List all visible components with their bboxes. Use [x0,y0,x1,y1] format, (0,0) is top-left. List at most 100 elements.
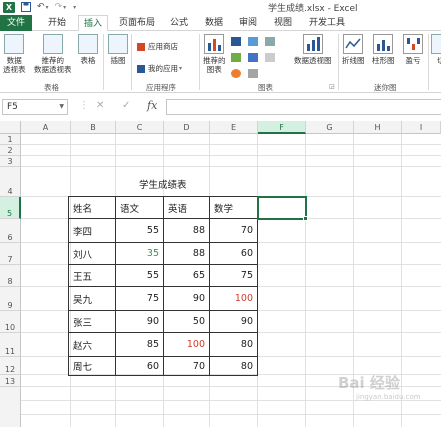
row-header-7[interactable]: 7 [0,243,21,265]
row-header-13[interactable]: 13 [0,375,21,387]
column-header-g[interactable]: G [306,121,354,134]
table-cell-english[interactable]: 88 [164,219,210,243]
active-cell-f5[interactable] [257,196,307,220]
recommended-pivot-button[interactable]: 推荐的 数据透视表 [34,34,72,74]
column-header-i[interactable]: I [402,121,441,134]
pie-chart-icon[interactable] [231,69,241,78]
my-apps-button[interactable]: 我的应用 ▾ [137,63,182,74]
table-cell-name[interactable]: 李四 [69,219,116,243]
waterfall-chart-icon[interactable] [248,53,258,62]
enter-icon[interactable]: ✓ [122,100,130,111]
sparkline-line-button[interactable]: 折线图 [342,34,365,65]
table-cell-chinese[interactable]: 90 [116,311,164,333]
row-header-5[interactable]: 5 [0,197,21,219]
table-cell-chinese[interactable]: 85 [116,333,164,357]
tab-developer[interactable]: 开发工具 [304,15,350,31]
table-cell-math[interactable]: 75 [210,265,258,287]
scatter-chart-icon[interactable] [265,53,275,62]
column-header-c[interactable]: C [116,121,164,134]
tab-review[interactable]: 审阅 [233,15,263,31]
column-header-e[interactable]: E [210,121,258,134]
table-cell-math[interactable]: 60 [210,243,258,265]
select-all-corner[interactable] [0,121,21,134]
table-cell-english[interactable]: 50 [164,311,210,333]
header-cell-chinese[interactable]: 语文 [116,197,164,219]
row-header-2[interactable]: 2 [0,145,21,156]
row-header-11[interactable]: 11 [0,333,21,357]
table-cell-chinese[interactable]: 60 [116,357,164,376]
customize-qat-button[interactable]: ▾ [72,1,76,13]
name-box[interactable]: F5 ▼ [2,99,68,115]
header-cell-english[interactable]: 英语 [164,197,210,219]
tab-insert[interactable]: 插入 [78,15,108,32]
column-chart-icon[interactable] [231,37,241,46]
app-store-button[interactable]: 应用商店 [137,41,178,52]
column-header-h[interactable]: H [354,121,402,134]
table-cell-name[interactable]: 吴九 [69,287,116,311]
table-cell-math[interactable]: 80 [210,333,258,357]
row-header-10[interactable]: 10 [0,311,21,333]
worksheet-grid[interactable]: A B C D E F G H I 1 2 3 4 5 6 7 8 9 10 1… [0,121,441,427]
redo-button[interactable]: ↷ ▾ [55,1,67,13]
dialog-launcher-icon[interactable]: ◲ [329,83,335,90]
tab-page-layout[interactable]: 页面布局 [114,15,160,31]
table-cell-name[interactable]: 周七 [69,357,116,376]
table-cell-english[interactable]: 100 [164,333,210,357]
header-cell-math[interactable]: 数学 [210,197,258,219]
slicer-button[interactable]: 切 [431,34,441,65]
row-header-8[interactable]: 8 [0,265,21,287]
table-cell-english[interactable]: 88 [164,243,210,265]
sheet-title[interactable]: 学生成绩表 [139,177,187,191]
table-cell-math[interactable]: 100 [210,287,258,311]
table-cell-name[interactable]: 赵六 [69,333,116,357]
tab-home[interactable]: 开始 [42,15,72,31]
row-header-6[interactable]: 6 [0,219,21,243]
table-cell-chinese[interactable]: 55 [116,219,164,243]
tab-formulas[interactable]: 公式 [164,15,194,31]
table-cell-name[interactable]: 刘八 [69,243,116,265]
tab-data[interactable]: 数据 [199,15,229,31]
table-cell-chinese[interactable]: 35 [116,243,164,265]
formula-input[interactable] [166,99,441,115]
pivot-table-button[interactable]: 数据 透视表 [3,34,26,74]
column-header-b[interactable]: B [71,121,116,134]
recommended-charts-button[interactable]: 推荐的 图表 [203,34,226,74]
hierarchy-chart-icon[interactable] [248,37,258,46]
table-cell-name[interactable]: 王五 [69,265,116,287]
row-header-4[interactable]: 4 [0,167,21,197]
insert-function-icon[interactable]: fx [147,99,157,112]
fill-handle[interactable] [303,216,308,221]
table-cell-english[interactable]: 65 [164,265,210,287]
combo-chart-icon[interactable] [248,69,258,78]
tab-file[interactable]: 文件 [0,15,32,31]
header-cell-name[interactable]: 姓名 [69,197,116,219]
cancel-icon[interactable]: ✕ [96,100,104,111]
column-header-d[interactable]: D [164,121,210,134]
row-header-12[interactable]: 12 [0,357,21,375]
row-header-1[interactable]: 1 [0,134,21,145]
row-header-3[interactable]: 3 [0,156,21,167]
recommended-charts-icon [204,34,225,54]
table-button[interactable]: 表格 [78,34,98,65]
table-cell-math[interactable]: 80 [210,357,258,376]
column-header-f[interactable]: F [258,121,306,134]
table-cell-chinese[interactable]: 75 [116,287,164,311]
table-cell-name[interactable]: 张三 [69,311,116,333]
table-cell-chinese[interactable]: 55 [116,265,164,287]
table-cell-english[interactable]: 70 [164,357,210,376]
table-cell-math[interactable]: 90 [210,311,258,333]
statistic-chart-icon[interactable] [265,37,275,46]
pivot-chart-button[interactable]: 数据透视图 [294,34,332,65]
row-header-9[interactable]: 9 [0,287,21,311]
illustrations-button[interactable]: 插图 [108,34,128,65]
column-header-a[interactable]: A [21,121,71,134]
save-button[interactable] [21,1,31,13]
table-cell-english[interactable]: 90 [164,287,210,311]
group-separator [338,34,339,90]
tab-view[interactable]: 视图 [268,15,298,31]
sparkline-winloss-button[interactable]: 盈亏 [403,34,423,65]
line-chart-icon[interactable] [231,53,241,62]
sparkline-column-button[interactable]: 柱形图 [372,34,395,65]
table-cell-math[interactable]: 70 [210,219,258,243]
undo-button[interactable]: ↶ ▾ [37,1,49,13]
